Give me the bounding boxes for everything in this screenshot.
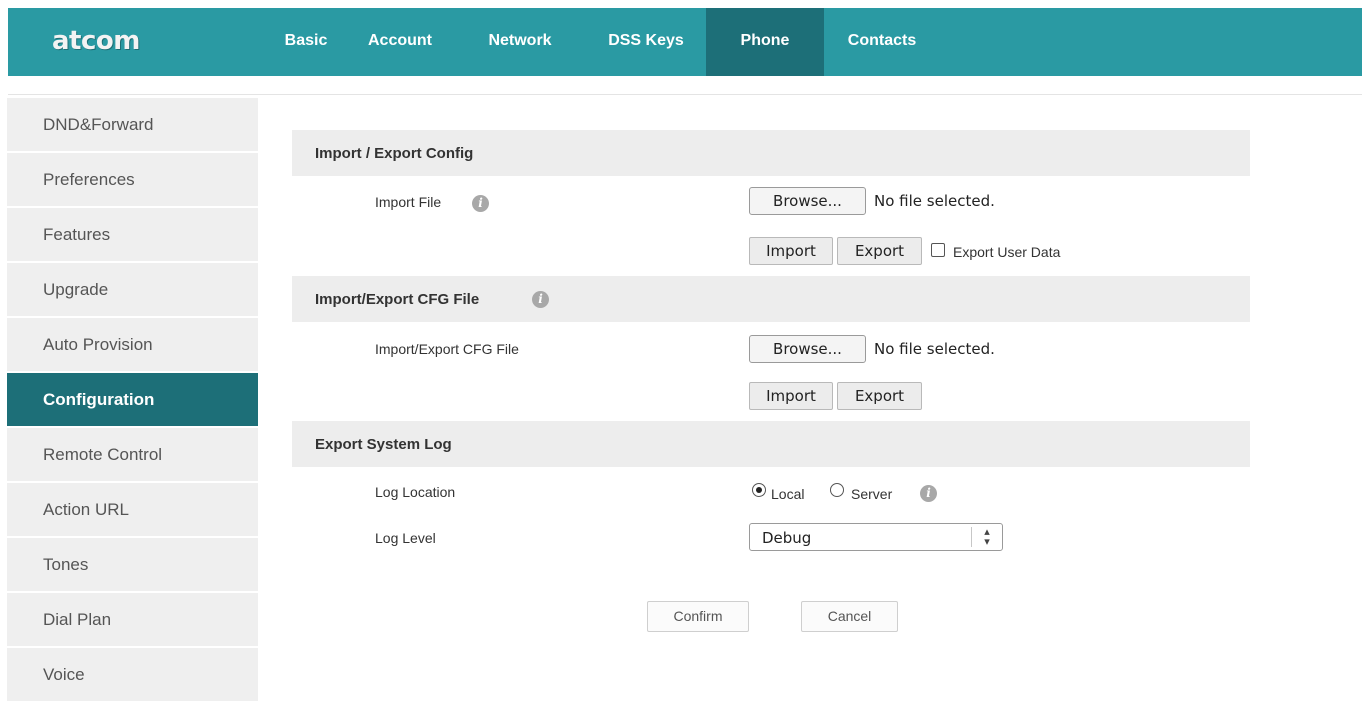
tab-phone[interactable]: Phone [706,8,824,76]
chevron-updown-icon: ▴ ▾ [971,526,1002,547]
sidebar-item-upgrade[interactable]: Upgrade [7,263,258,318]
radio-local[interactable] [752,483,766,497]
export-user-data-label: Export User Data [953,244,1061,260]
export-user-data-checkbox[interactable] [931,243,945,257]
section-title: Import/Export CFG File [315,291,480,308]
cfg-file-label: Import/Export CFG File [375,341,519,357]
tab-contacts[interactable]: Contacts [824,8,940,76]
sidebar-item-voice[interactable]: Voice [7,648,258,703]
sidebar: DND&Forward Preferences Features Upgrade… [7,98,258,703]
section-title: Export System Log [315,436,452,453]
main-nav: Basic Account Network DSS Keys Phone Con… [266,8,940,76]
browse-button[interactable]: Browse... [749,187,866,215]
export-button[interactable]: Export [837,237,922,265]
log-level-select[interactable]: Debug ▴ ▾ [749,523,1003,551]
tab-account[interactable]: Account [346,8,454,76]
section-title: Import / Export Config [315,145,474,162]
radio-local-label: Local [771,486,805,502]
import-file-label: Import File [375,194,442,210]
confirm-button[interactable]: Confirm [647,601,749,632]
sidebar-item-remote-control[interactable]: Remote Control [7,428,258,483]
section-cfg-file: Import/Export CFG File i [292,276,1250,322]
radio-server[interactable] [830,483,844,497]
cancel-button[interactable]: Cancel [801,601,898,632]
atcom-logo: atcom [52,26,140,56]
sidebar-item-dnd-forward[interactable]: DND&Forward [7,98,258,153]
top-header: atcom Basic Account Network DSS Keys Pho… [8,8,1362,76]
tab-dss-keys[interactable]: DSS Keys [586,8,706,76]
sidebar-item-tones[interactable]: Tones [7,538,258,593]
section-export-system-log: Export System Log [292,421,1250,467]
sidebar-item-configuration[interactable]: Configuration [7,373,258,428]
section-import-export-config: Import / Export Config [292,130,1250,176]
sidebar-item-dial-plan[interactable]: Dial Plan [7,593,258,648]
sidebar-item-action-url[interactable]: Action URL [7,483,258,538]
tab-network[interactable]: Network [454,8,586,76]
sidebar-item-preferences[interactable]: Preferences [7,153,258,208]
import-button[interactable]: Import [749,237,833,265]
no-file-text: No file selected. [874,192,995,210]
info-icon[interactable]: i [532,291,549,308]
info-icon[interactable]: i [472,195,489,212]
log-location-label: Log Location [375,484,456,500]
info-icon[interactable]: i [920,485,937,502]
log-level-label: Log Level [375,530,436,546]
import-button[interactable]: Import [749,382,833,410]
export-button[interactable]: Export [837,382,922,410]
sidebar-item-features[interactable]: Features [7,208,258,263]
sidebar-item-auto-provision[interactable]: Auto Provision [7,318,258,373]
header-divider [8,94,1362,95]
tab-basic[interactable]: Basic [266,8,346,76]
browse-button[interactable]: Browse... [749,335,866,363]
log-level-value: Debug [762,529,812,547]
no-file-text: No file selected. [874,340,995,358]
radio-server-label: Server [851,486,893,502]
